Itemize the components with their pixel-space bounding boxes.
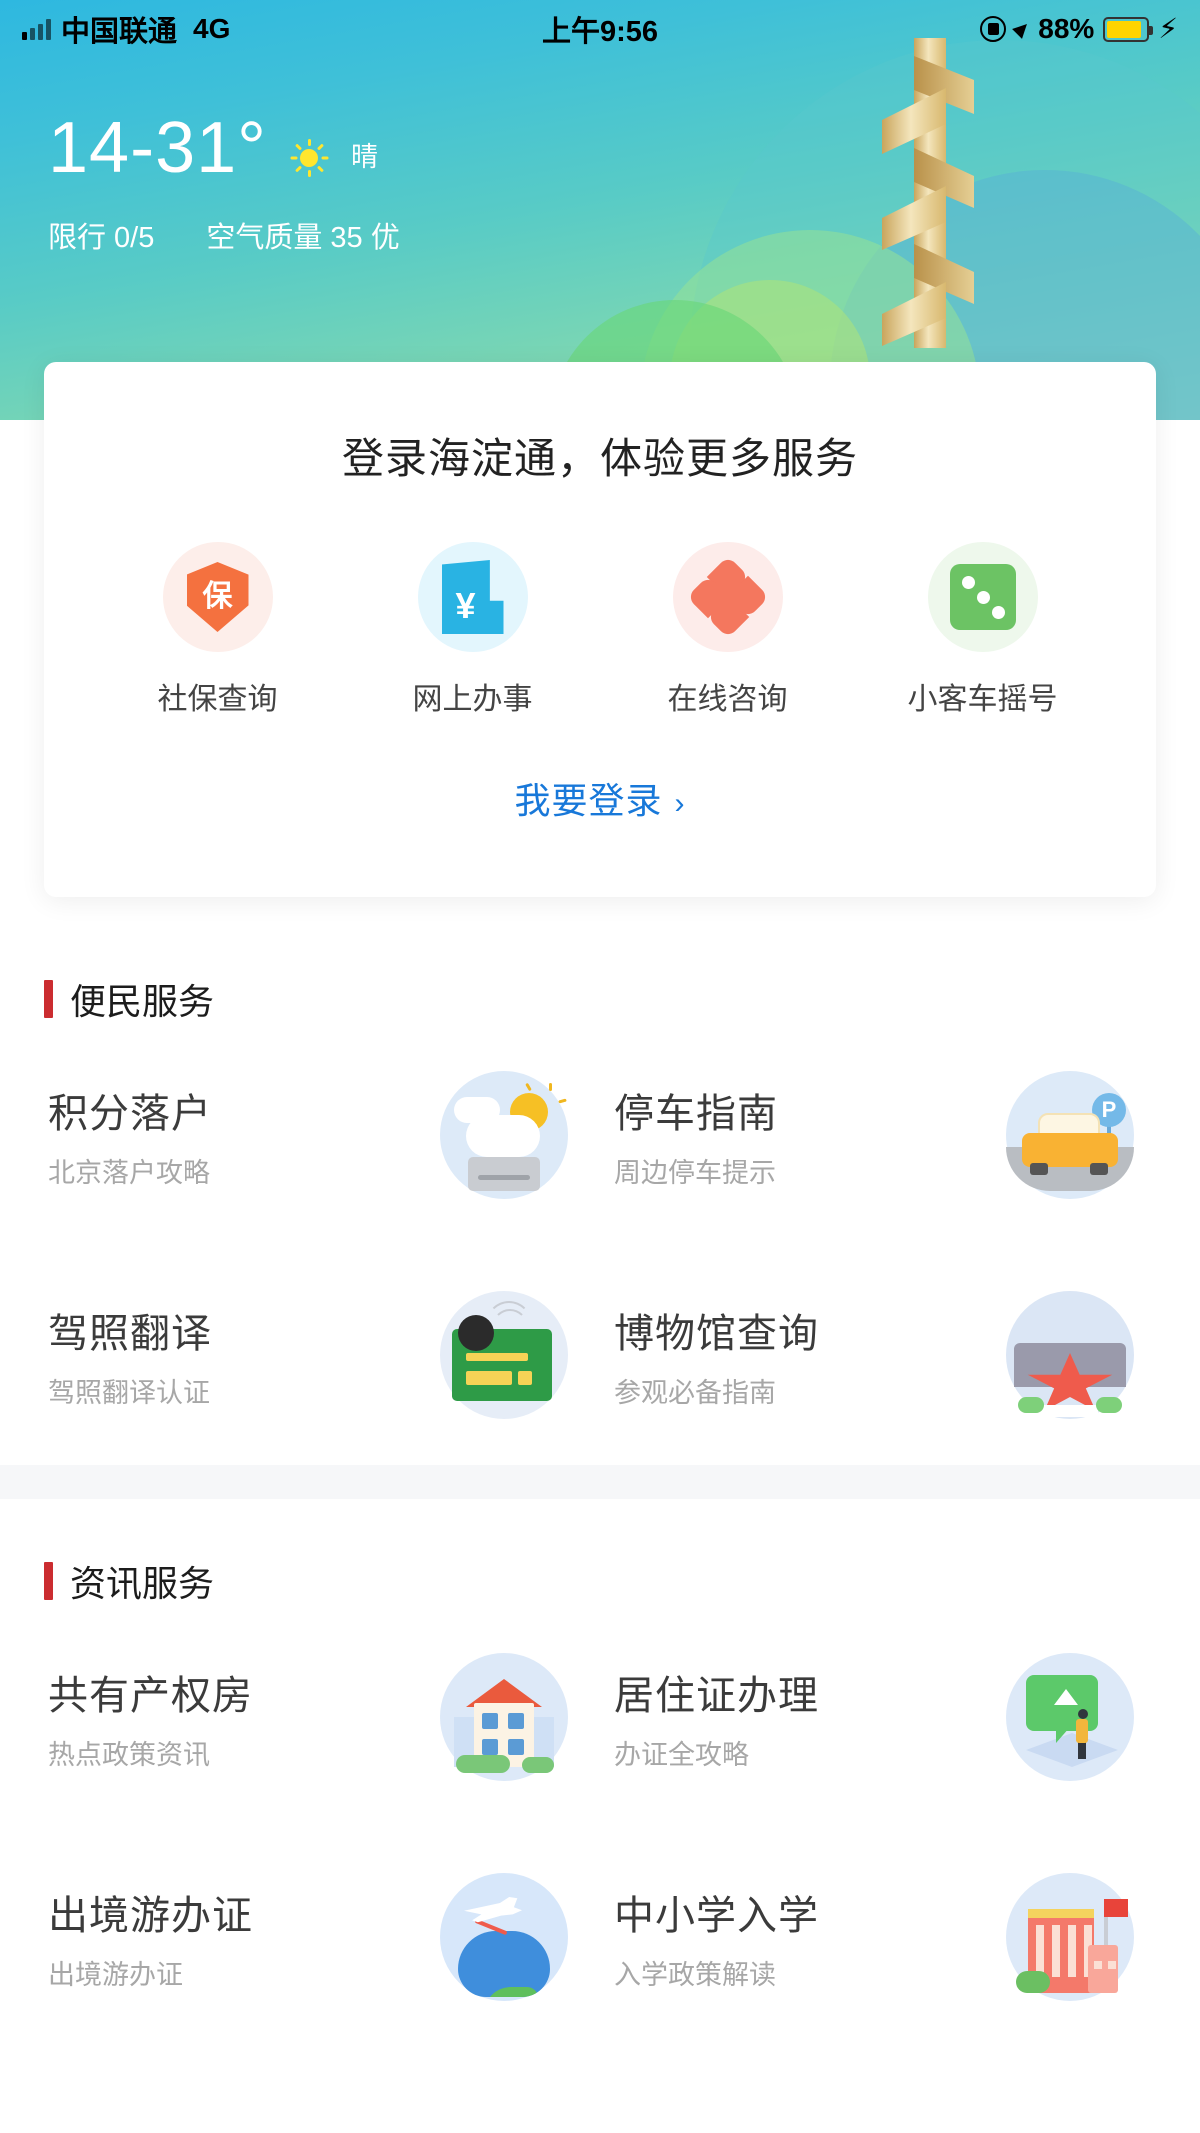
service-item-title: 停车指南 [614,1091,778,1136]
traffic-restriction-label: 限行 0/5 [48,222,155,254]
status-bar: 中国联通 4G 上午9:56 88% ⚡ [0,0,1200,58]
service-item-subtitle: 入学政策解读 [614,1959,776,1990]
license-translation-icon [440,1291,568,1419]
service-item-points-settlement[interactable]: 积分落户 北京落户攻略 [34,1025,600,1245]
service-item-title: 居住证办理 [614,1673,819,1718]
shortcut-online-service[interactable]: ¥ 网上办事 [383,542,563,718]
section-information-services: 资讯服务 共有产权房 热点政策资讯 居住证办理 办证全攻略 出境游办证 出境游办… [0,1499,1200,2047]
login-button-label: 我要登录 [514,780,663,821]
service-item-text: 共有产权房 热点政策资讯 [48,1663,253,1772]
service-item-text: 出境游办证 出境游办证 [48,1883,253,1992]
weather-primary-row: 14-31° 晴 [48,112,400,184]
service-item-text: 驾照翻译 驾照翻译认证 [48,1301,212,1410]
service-item-text: 居住证办理 办证全攻略 [614,1663,819,1772]
service-item-subtitle: 周边停车提示 [614,1157,776,1188]
sun-icon [289,138,329,178]
weather-condition: 晴 [350,142,378,172]
service-item-subtitle: 出境游办证 [48,1959,183,1990]
service-item-subtitle: 驾照翻译认证 [48,1377,210,1408]
section-accent-bar [44,980,53,1018]
service-item-license-translation[interactable]: 驾照翻译 驾照翻译认证 [34,1245,600,1465]
section-header: 资讯服务 [0,1499,1200,1607]
service-item-title: 积分落户 [48,1091,212,1136]
service-item-text: 中小学入学 入学政策解读 [614,1883,819,1992]
battery-icon [1103,16,1154,42]
shared-ownership-house-icon [440,1653,568,1781]
service-item-shared-ownership-house[interactable]: 共有产权房 热点政策资讯 [34,1607,600,1827]
chevron-right-icon: › [674,787,686,820]
service-item-outbound-travel[interactable]: 出境游办证 出境游办证 [34,1827,600,2047]
shortcut-label: 在线咨询 [667,683,788,716]
weather-header: 中国联通 4G 上午9:56 88% ⚡ 14-31° 晴 限行 0/5 空气质… [0,0,1200,420]
air-quality-label: 空气质量 35 优 [206,222,400,254]
service-item-text: 博物馆查询 参观必备指南 [614,1301,819,1410]
login-card-title: 登录海淀通，体验更多服务 [341,435,858,482]
section-title: 便民服务 [70,981,215,1022]
rotation-lock-icon [980,16,1007,42]
residence-permit-icon [1006,1653,1134,1781]
weather-info[interactable]: 14-31° 晴 限行 0/5 空气质量 35 优 [48,112,400,256]
login-button[interactable]: 我要登录 › [44,772,1156,824]
shortcut-social-security[interactable]: 保 社保查询 [128,542,308,718]
online-consult-clover-icon [672,542,783,652]
shortcut-label: 社保查询 [157,683,278,716]
service-grid: 共有产权房 热点政策资讯 居住证办理 办证全攻略 出境游办证 出境游办证 中小学… [0,1607,1200,2047]
service-item-school-enrollment[interactable]: 中小学入学 入学政策解读 [600,1827,1166,2047]
login-shortcut-row: 保 社保查询 ¥ 网上办事 在线咨询 小客车摇号 [44,486,1156,718]
service-item-text: 积分落户 北京落户攻略 [48,1081,212,1190]
location-arrow-icon [1012,19,1033,39]
service-item-title: 共有产权房 [48,1673,253,1718]
temperature-range: 14-31° [48,108,267,188]
car-lottery-dice-icon [927,542,1038,652]
section-convenience-services: 便民服务 积分落户 北京落户攻略 停车指南 周边停车提示 P 驾照翻译 驾照翻译… [0,917,1200,1465]
points-settlement-icon [440,1071,568,1199]
service-grid: 积分落户 北京落户攻略 停车指南 周边停车提示 P 驾照翻译 驾照翻译认证 博物… [0,1025,1200,1465]
service-item-subtitle: 办证全攻略 [614,1739,749,1770]
haidian-tower-logo-icon [882,38,974,348]
social-security-shield-icon: 保 [162,542,273,652]
service-item-title: 驾照翻译 [48,1311,212,1356]
charging-bolt-icon: ⚡ [1158,13,1178,44]
service-item-museum-query[interactable]: 博物馆查询 参观必备指南 [600,1245,1166,1465]
shortcut-car-lottery[interactable]: 小客车摇号 [893,542,1073,718]
service-item-parking-guide[interactable]: 停车指南 周边停车提示 P [600,1025,1166,1245]
shortcut-label: 小客车摇号 [907,683,1058,716]
status-bar-right: 88% ⚡ [980,13,1178,45]
section-title: 资讯服务 [70,1563,215,1604]
service-item-text: 停车指南 周边停车提示 [614,1081,778,1190]
service-item-title: 出境游办证 [48,1893,253,1938]
shortcut-online-consult[interactable]: 在线咨询 [638,542,818,718]
parking-guide-icon: P [1006,1071,1134,1199]
service-item-subtitle: 热点政策资讯 [48,1739,210,1770]
service-item-title: 中小学入学 [614,1893,819,1938]
section-accent-bar [44,1562,53,1600]
section-divider [0,1465,1200,1499]
login-card: 登录海淀通，体验更多服务 保 社保查询 ¥ 网上办事 在线咨询 小客车摇号 我要… [44,362,1156,897]
weather-secondary-row: 限行 0/5 空气质量 35 优 [48,214,400,256]
museum-query-icon [1006,1291,1134,1419]
battery-percent-label: 88% [1038,13,1095,44]
service-item-subtitle: 北京落户攻略 [48,1157,210,1188]
school-enrollment-icon [1006,1873,1134,2001]
service-item-residence-permit[interactable]: 居住证办理 办证全攻略 [600,1607,1166,1827]
service-item-subtitle: 参观必备指南 [614,1377,776,1408]
section-header: 便民服务 [0,917,1200,1025]
shortcut-label: 网上办事 [412,683,533,716]
service-item-title: 博物馆查询 [614,1311,819,1356]
online-service-yuan-icon: ¥ [417,542,528,652]
outbound-travel-icon [440,1873,568,2001]
